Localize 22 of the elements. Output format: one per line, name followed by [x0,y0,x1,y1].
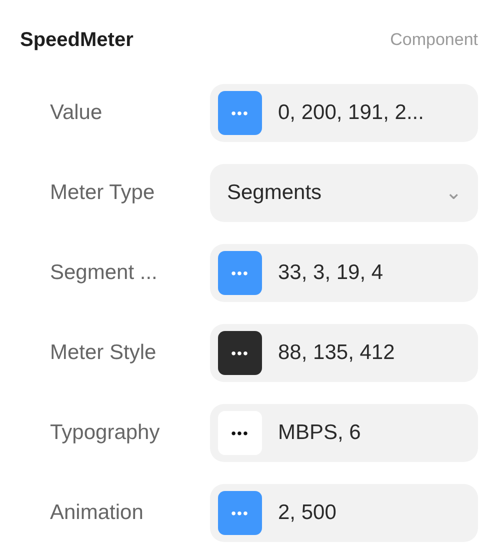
property-label: Meter Type [49,181,156,205]
property-label: Meter Style [49,341,158,365]
component-title: SpeedMeter [20,28,134,52]
property-field[interactable]: ••• 2, 500 [210,484,478,542]
property-label: Value [49,101,104,125]
property-value: MBPS, 6 [278,421,361,445]
property-label: Segment ... [49,261,158,285]
property-value: 33, 3, 19, 4 [278,261,384,285]
chevron-down-icon: ⌄ [445,183,462,203]
property-label: Typography [49,421,161,445]
property-label: Animation [49,501,144,525]
property-field[interactable]: ••• 33, 3, 19, 4 [210,244,478,302]
property-field[interactable]: ••• MBPS, 6 [210,404,478,462]
property-field[interactable]: ••• 0, 200, 191, 2... [210,84,478,142]
dropdown-field[interactable]: Segments ⌄ [210,164,478,222]
more-button[interactable]: ••• [218,331,262,375]
component-label: Component [390,30,478,50]
property-value: 88, 135, 412 [278,341,395,365]
property-value: 0, 200, 191, 2... [278,101,424,125]
property-field[interactable]: ••• 88, 135, 412 [210,324,478,382]
property-value: 2, 500 [278,501,336,525]
more-button[interactable]: ••• [218,411,262,455]
